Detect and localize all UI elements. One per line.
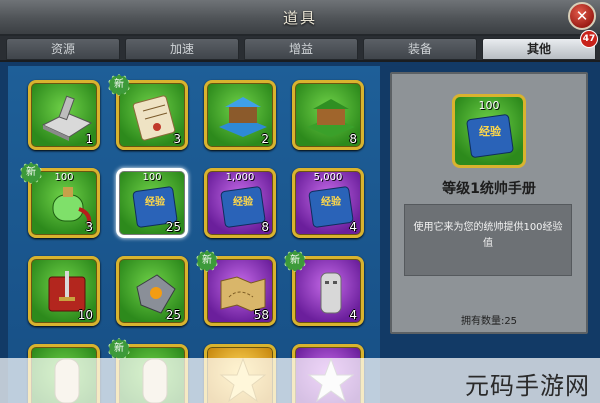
detail-item-icon: 100 经验	[452, 94, 526, 168]
title-bar: 道具 ✕	[0, 0, 600, 36]
item-count: 2	[261, 132, 269, 146]
item-slot-red-book-sword[interactable]: 10	[28, 256, 100, 326]
detail-item-description: 使用它来为您的统帅提供100经验值	[404, 204, 572, 276]
item-detail-panel: 100 经验 等级1统帅手册 使用它来为您的统帅提供100经验值 拥有数量:25	[390, 72, 588, 334]
tab-speedups[interactable]: 加速	[125, 38, 239, 60]
item-count: 1	[85, 132, 93, 146]
close-button[interactable]: ✕	[568, 2, 596, 30]
tab-bar: 资源 加速 增益 装备 其他	[0, 36, 600, 62]
item-grid: 1 新 3 2 8 新 100 3 100 经验 25 1,000 经验 8 5…	[8, 66, 380, 403]
item-count: 58	[253, 308, 269, 322]
item-count: 3	[173, 132, 181, 146]
detail-item-name: 等级1统帅手册	[442, 181, 536, 197]
svg-text:经验: 经验	[479, 124, 502, 138]
item-count: 3	[85, 220, 93, 234]
item-slot-exp-book-1000[interactable]: 1,000 经验 8	[204, 168, 276, 238]
item-slot-green-building[interactable]: 8	[292, 80, 364, 150]
item-count: 25	[165, 308, 181, 322]
tab-resources[interactable]: 资源	[6, 38, 120, 60]
item-slot-silver-shield[interactable]: 25	[116, 256, 188, 326]
item-slot-blue-tent[interactable]: 2	[204, 80, 276, 150]
svg-text:经验: 经验	[145, 195, 166, 208]
tab-other[interactable]: 其他	[482, 38, 596, 60]
item-count: 8	[349, 132, 357, 146]
window-title: 道具	[282, 9, 317, 27]
item-slot-anvil[interactable]: 1	[28, 80, 100, 150]
tab-equipment[interactable]: 装备	[363, 38, 477, 60]
exp-book-icon: 经验	[466, 114, 514, 158]
item-slot-exp-book-100[interactable]: 100 经验 25	[116, 168, 188, 238]
detail-item-quantity: 拥有数量:25	[460, 316, 518, 327]
close-icon: ✕	[575, 7, 589, 25]
item-count: 10	[77, 308, 93, 322]
svg-text:经验: 经验	[233, 195, 254, 208]
item-count: 8	[261, 220, 269, 234]
notification-badge: 47	[580, 30, 598, 48]
item-count: 25	[165, 220, 181, 234]
tab-boosts[interactable]: 增益	[244, 38, 358, 60]
svg-text:经验: 经验	[321, 195, 342, 208]
item-count: 4	[349, 220, 357, 234]
item-count: 4	[349, 308, 357, 322]
item-slot-exp-book-5000[interactable]: 5,000 经验 4	[292, 168, 364, 238]
watermark: 元码手游网	[465, 372, 590, 400]
